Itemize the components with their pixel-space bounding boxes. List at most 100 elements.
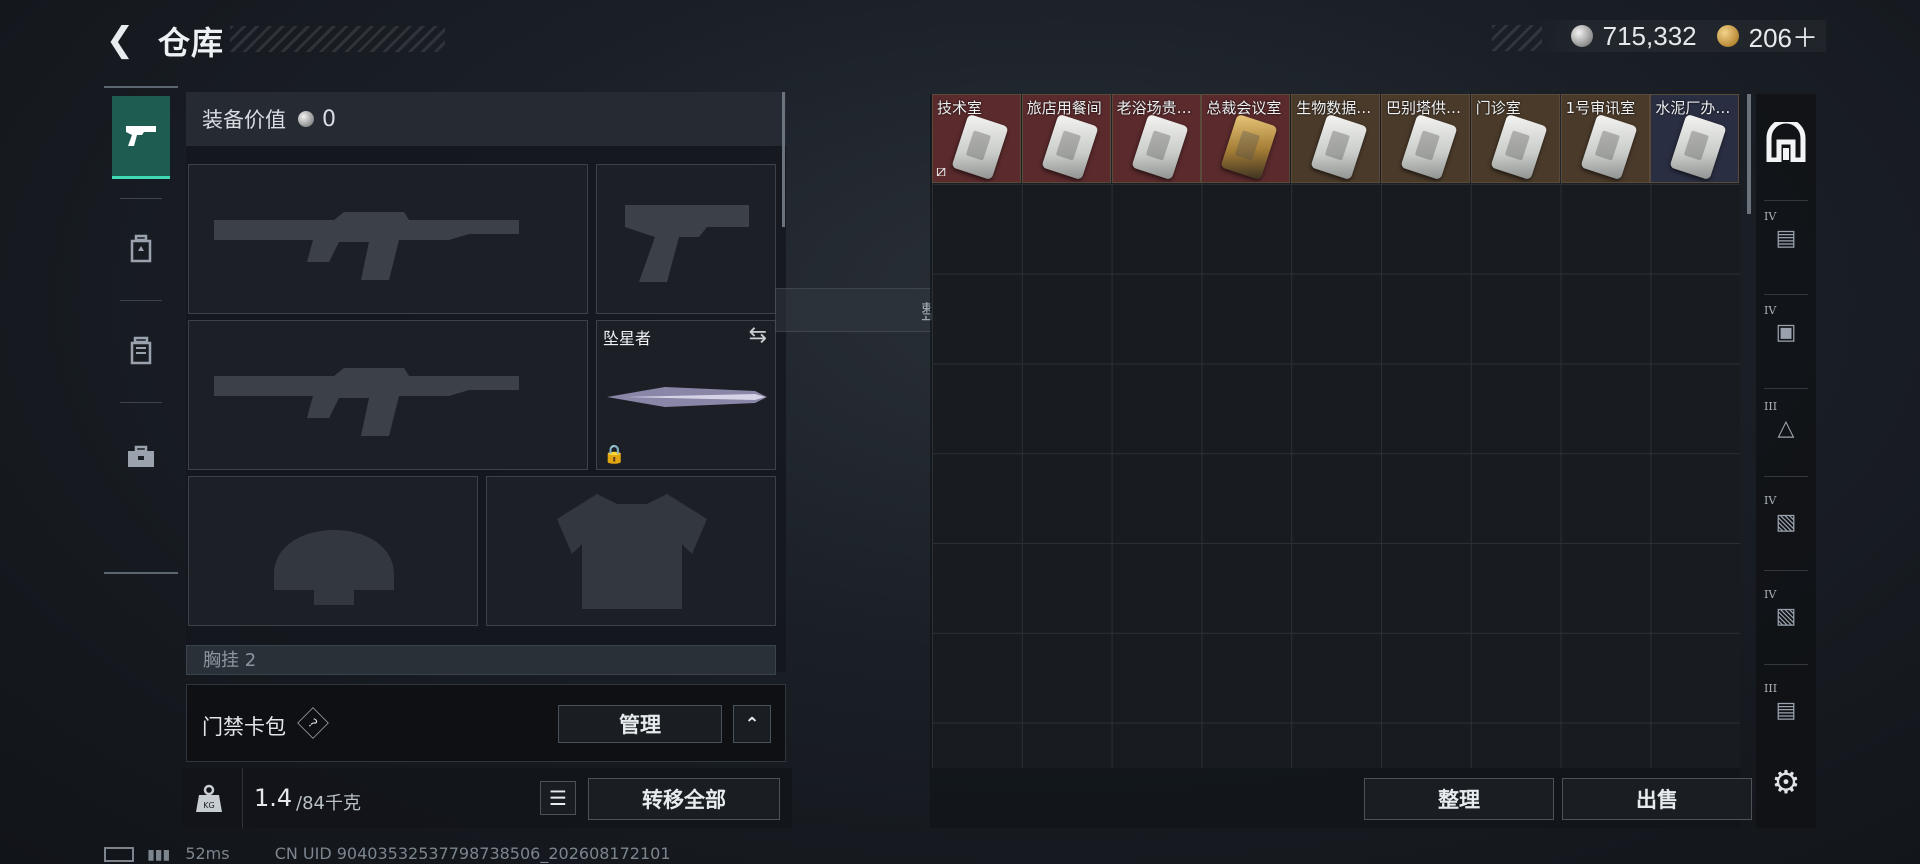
secondary-weapon-slot[interactable] [596,164,776,314]
access-card-item[interactable]: 旅店用餐间 [1021,94,1111,183]
transfer-all-button[interactable]: 转移全部 [588,778,780,820]
equipment-value-label: 装备价值 [202,108,286,132]
keycard-icon [1400,113,1458,181]
weight-bar: KG 1.4 /84千克 ☰ 转移全部 [182,768,792,828]
uid-readout: CN UID 9040353253779873850​6_20260817210… [274,844,671,863]
storage-tab-6[interactable]: III ▤ [1762,682,1810,734]
pistol-icon [126,126,156,146]
currency-display: 715,332 206＋ [1530,18,1826,55]
svg-text:KG: KG [203,801,214,810]
access-card-bag-bar: 门禁卡包 ? 管理 ⌃ [186,684,786,762]
access-card-label: 生物数据… [1296,99,1372,117]
silver-amount: 715,332 [1602,20,1697,51]
primary-weapon-slot-2[interactable] [188,320,588,470]
access-card-label: 老浴场贵… [1116,99,1192,117]
helmet-silhouette-icon [274,530,394,605]
back-button[interactable]: ❮ [100,20,140,60]
keycard-icon [1579,113,1638,181]
nav-vest[interactable] [112,310,170,390]
storage-tab-5[interactable]: IV ▧ [1762,588,1810,640]
page-title: 仓库 [158,24,225,62]
weight-current: 1.4 [254,784,293,812]
weight-max: /84千克 [296,793,361,814]
primary-weapon-slot[interactable] [188,164,588,314]
equipment-scrollbar[interactable] [782,92,785,227]
access-card-item[interactable]: 总裁会议室 [1201,94,1291,183]
melee-weapon-name: 坠星者 [603,329,652,348]
access-card-label: 水泥厂办… [1655,99,1731,117]
chevron-left-icon: ❮ [105,20,135,60]
equipment-value-bar: 装备价值 0 [186,92,786,146]
medkit-case-icon: ▣ [1775,319,1797,345]
gold-amount[interactable]: 206＋ [1749,18,1818,55]
keycard-icon [1041,113,1099,181]
rifle-silhouette-icon [214,368,519,436]
rifle-silhouette-icon [214,212,519,280]
keycard-icon [1130,113,1189,181]
access-card-label: 技术室 [937,99,983,117]
nav-weapons[interactable] [112,96,170,179]
silver-coin-icon [298,111,314,127]
storage-tab-2[interactable]: IV ▣ [1762,304,1810,356]
toolbox-icon [128,445,154,467]
knife-icon [607,387,767,407]
help-icon[interactable]: ? [297,707,329,739]
swap-icon[interactable]: ⇆ [749,323,767,348]
access-card-item[interactable]: 老浴场贵… [1111,94,1201,183]
melee-weapon-slot[interactable]: 坠星者 ⇆ 🔒 [596,320,776,470]
expand-button[interactable]: ⌃ [733,705,771,743]
chevron-up-icon: ⌃ [744,713,760,735]
keycard-icon [1310,113,1368,181]
keycard-icon [1669,113,1728,181]
gear-icon: ⚙ [1771,763,1801,801]
manage-button[interactable]: 管理 [558,705,722,743]
storage-home-button[interactable] [1762,118,1810,166]
list-view-button[interactable]: ☰ [540,781,576,815]
storage-tab-1[interactable]: IV ▤ [1762,210,1810,262]
gun-case-icon: ▤ [1775,697,1797,723]
access-card-label: 门诊室 [1475,99,1521,117]
access-card-item[interactable]: 1号审讯室 [1560,94,1650,183]
chest-rig-row[interactable]: 胸挂 2 [186,645,776,675]
signal-icon: ▮▮▮ [147,847,171,863]
silver-coin-icon [1570,25,1593,47]
access-card-label: 总裁会议室 [1206,99,1282,117]
warning-case-icon: △ [1777,415,1795,441]
access-card-item[interactable]: 技术室 ⧄ [932,94,1021,183]
storage-tab-4[interactable]: IV ▧ [1762,494,1810,546]
weapon-case-icon: ▤ [1775,225,1797,251]
access-card-label: 巴别塔供… [1386,99,1462,117]
backpack-icon [130,234,152,263]
access-card-item[interactable]: 门诊室 [1470,94,1560,183]
storage-home-icon [1766,122,1806,162]
folder-case-icon: ▧ [1775,509,1797,535]
pistol-silhouette-icon [625,205,749,282]
nav-backpack[interactable] [112,208,170,288]
access-card-item[interactable]: 水泥厂办… [1650,94,1740,183]
armor-silhouette-icon [557,494,707,609]
access-card-item[interactable]: 生物数据… [1291,94,1381,183]
keycard-icon [951,113,1009,181]
status-bar: ▮▮▮ 52ms CN UID 9040353253779873850​6_20… [104,844,671,863]
vest-icon [130,336,152,365]
sell-button[interactable]: 出售 [1562,778,1752,820]
equipment-value-amount: 0 [322,106,336,132]
sort-button[interactable]: 整理 [1364,778,1554,820]
storage-grid[interactable]: 技术室 ⧄ 旅店用餐间 老浴场贵… 总裁会议室 生物数据… 巴别塔供… 门诊室 1号审讯室 水泥厂… [932,94,1740,768]
keycard-icon [1220,113,1279,181]
settings-button[interactable]: ⚙ [1762,758,1810,806]
title-decoration [230,26,445,52]
storage-scrollbar[interactable] [1747,94,1751,214]
category-nav [104,86,178,574]
access-card-item[interactable]: 巴别塔供… [1381,94,1470,183]
access-card-label: 旅店用餐间 [1026,99,1102,117]
list-icon: ☰ [549,786,567,810]
armor-slot[interactable] [486,476,776,626]
access-card-label: 1号审讯室 [1565,99,1636,117]
storage-tab-3[interactable]: III △ [1762,400,1810,452]
helmet-slot[interactable] [188,476,478,626]
gold-coin-icon [1716,25,1739,47]
nav-supplies[interactable] [112,416,170,496]
keycard-icon [1490,113,1548,181]
access-card-bag-label: 门禁卡包 [202,715,286,739]
